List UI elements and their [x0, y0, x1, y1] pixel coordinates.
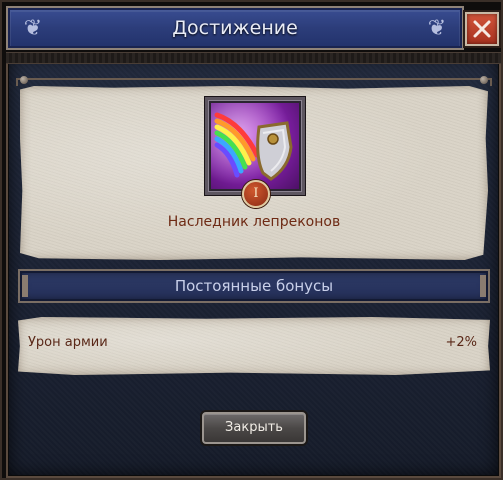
permanent-bonuses-banner: Постоянные бонусы	[18, 269, 490, 303]
rivet-icon	[480, 76, 488, 84]
banner-label: Постоянные бонусы	[174, 277, 334, 295]
level-badge: I	[242, 180, 270, 208]
rainbow-shield-icon	[211, 103, 299, 189]
rivet-icon	[20, 76, 28, 84]
ornament-right-icon: ❦	[427, 16, 447, 41]
close-icon	[473, 20, 491, 38]
dialog-title: Достижение	[172, 17, 298, 39]
achievement-name: Наследник лепреконов	[167, 214, 341, 230]
close-button[interactable]	[465, 12, 499, 46]
achievement-dialog: ❦ Достижение ❦ I Наследник лепреконов По…	[0, 0, 503, 480]
bonus-value: +2%	[445, 335, 477, 350]
close-dialog-button[interactable]: Закрыть	[202, 412, 306, 444]
decorative-strip	[6, 52, 501, 64]
banner-cap-right	[480, 275, 486, 297]
panel-frame	[16, 78, 492, 86]
bonus-name: Урон армии	[28, 335, 108, 350]
dialog-header: ❦ Достижение ❦	[6, 6, 464, 50]
